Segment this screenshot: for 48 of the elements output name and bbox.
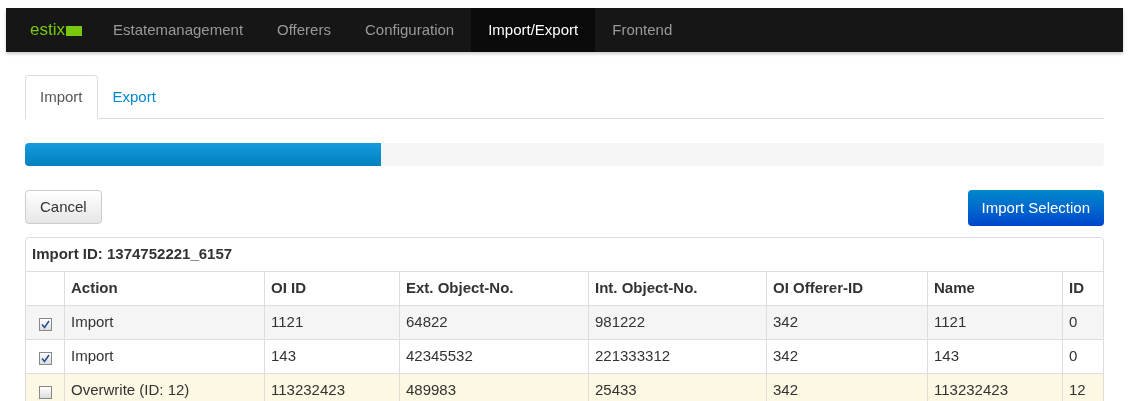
column-header: Int. Object-No. [595,278,698,299]
table-cell-text: Import [71,312,114,333]
table-row[interactable]: Import 143 42345532 221333312 342 143 0 [26,340,1103,374]
column-header: Name [934,278,975,299]
cancel-button[interactable]: Cancel [25,190,102,224]
tab[interactable]: Import [25,75,98,119]
row-checkbox[interactable] [38,318,52,331]
check-icon [40,354,50,363]
check-icon [40,320,50,329]
nav-item[interactable]: Estatemanagement [95,8,261,52]
table-row[interactable]: Import 1121 64822 981222 342 1121 0 [26,306,1103,340]
nav-item[interactable]: Offerers [260,8,348,52]
logo-icon [65,26,82,36]
nav-item[interactable]: Configuration [347,8,472,52]
table-cell-text: 1121 [934,312,967,333]
table-cell-text: 0 [1069,312,1078,333]
column-header: Action [71,278,118,299]
table-cell-text: 489983 [406,380,457,401]
table-cell-text: Import [71,346,114,367]
table-cell-text: 42345532 [406,346,473,367]
nav-item[interactable]: Frontend [595,8,690,52]
table-cell-text: 0 [1069,346,1078,367]
tab[interactable]: Export [97,75,171,119]
table-cell-text: 342 [773,312,799,333]
table-cell-text: 342 [773,380,799,401]
import-selection-button[interactable]: Import Selection [967,190,1104,226]
table-title: Import ID: 1374752221_6157 [32,244,233,265]
table-cell-text: 981222 [595,312,646,333]
table-cell-text: 143 [271,346,297,367]
row-checkbox[interactable] [38,386,52,399]
table-cell-text: 221333312 [595,346,671,367]
column-header: OI Offerer-ID [773,278,863,299]
row-checkbox[interactable] [38,352,52,365]
column-header: ID [1069,278,1084,299]
table-cell-text: 64822 [406,312,448,333]
logo-text[interactable]: estix [30,17,65,43]
table-cell-text: 1121 [271,312,304,333]
table-cell-text: 113232423 [934,380,1008,401]
table-cell-text: Overwrite (ID: 12) [71,380,190,401]
nav-item[interactable]: Import/Export [471,8,596,52]
table-cell-text: 25433 [595,380,637,401]
table-cell-text: 12 [1069,380,1086,401]
column-header: OI ID [271,278,306,299]
table-cell-text: 342 [773,346,799,367]
table-row[interactable]: Overwrite (ID: 12) 113232423 489983 25433 342 113232423 12 [26,374,1103,401]
table-cell-text: 143 [934,346,960,367]
table-cell-text: 113232423 [271,380,345,401]
column-header: Ext. Object-No. [406,278,514,299]
